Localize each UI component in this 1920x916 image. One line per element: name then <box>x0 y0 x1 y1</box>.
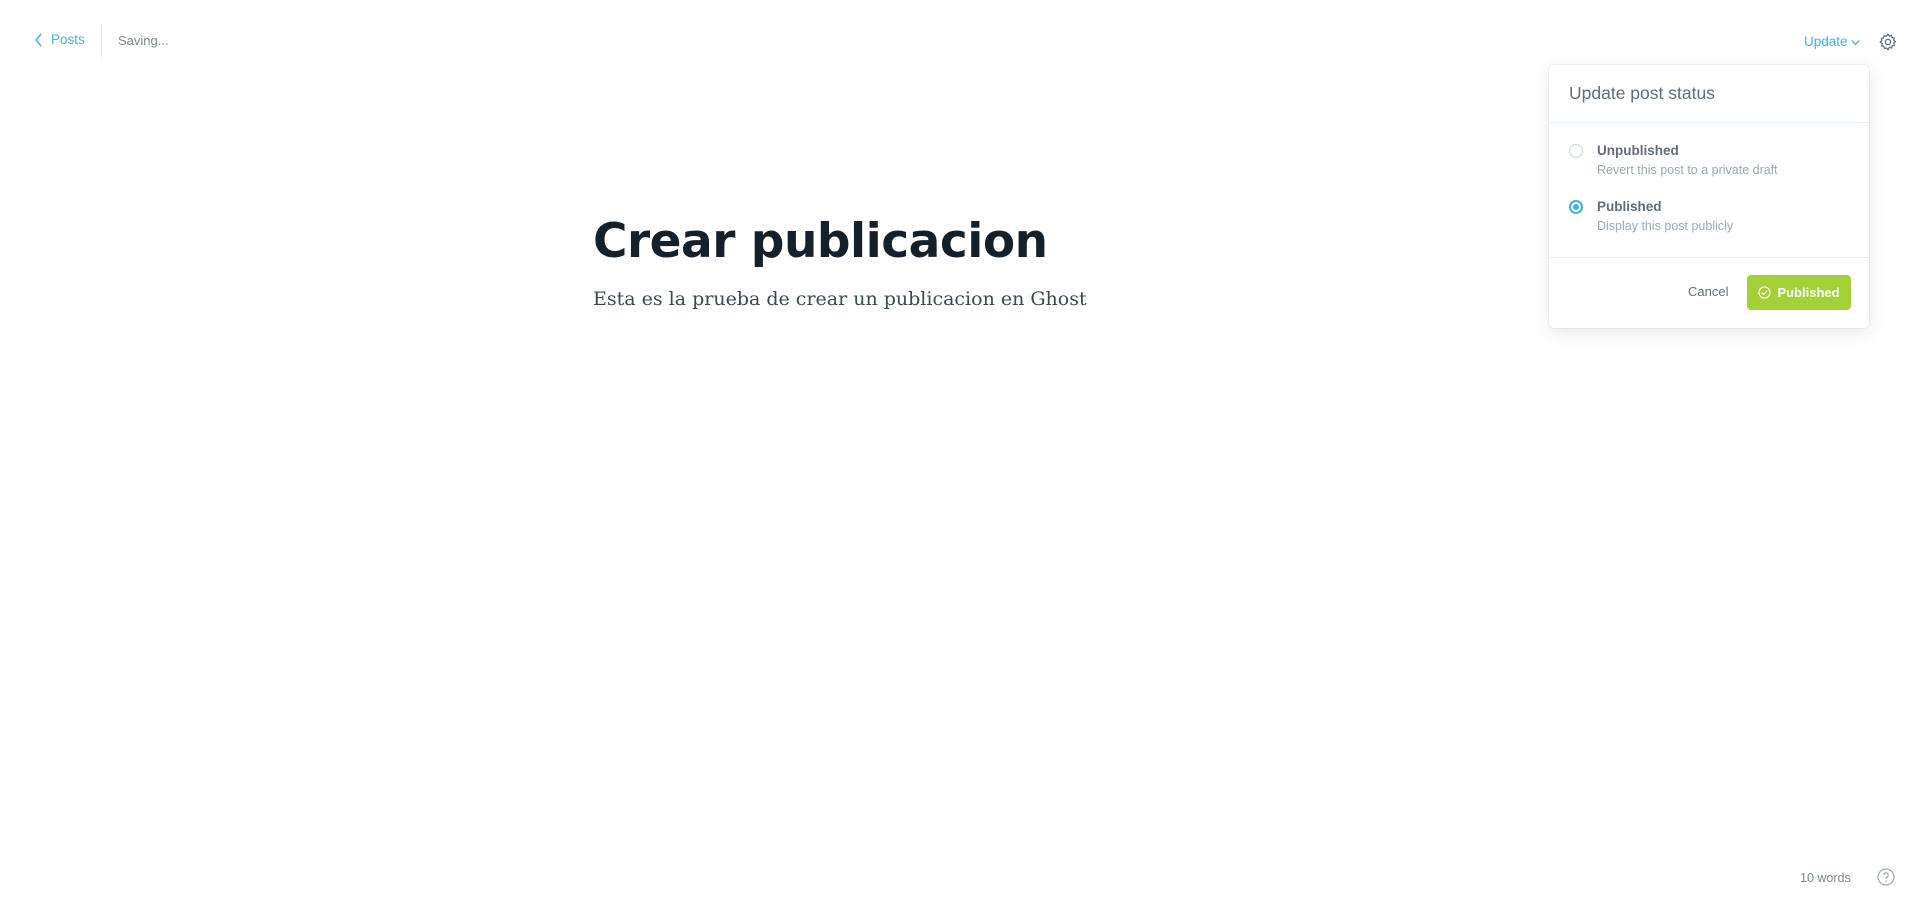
option-description: Revert this post to a private draft <box>1597 163 1778 177</box>
option-label: Published <box>1597 199 1662 214</box>
update-status-popover: Update post status Unpublished Revert th… <box>1549 65 1869 328</box>
post-title[interactable]: Crear publicacion <box>593 210 1413 274</box>
option-unpublished[interactable]: Unpublished Revert this post to a privat… <box>1569 142 1778 179</box>
option-published[interactable]: Published Display this post publicly <box>1569 198 1733 235</box>
chevron-left-icon <box>35 33 42 46</box>
header-divider <box>101 24 102 60</box>
radio-published[interactable] <box>1569 200 1583 214</box>
update-dropdown-button[interactable]: Update <box>1804 34 1860 49</box>
word-count: 10 words <box>1800 871 1851 885</box>
post-editor: Crear publicacion Esta es la prueba de c… <box>593 210 1413 314</box>
update-button-label: Update <box>1804 34 1848 49</box>
popover-title: Update post status <box>1549 65 1869 123</box>
popover-footer: Cancel Published <box>1549 257 1869 329</box>
option-label: Unpublished <box>1597 143 1679 158</box>
save-status: Saving... <box>118 33 169 48</box>
back-link-label: Posts <box>51 32 85 47</box>
help-icon[interactable] <box>1877 868 1895 886</box>
radio-unpublished[interactable] <box>1569 144 1583 158</box>
published-button[interactable]: Published <box>1747 275 1851 310</box>
post-body[interactable]: Esta es la prueba de crear un publicacio… <box>593 284 1413 314</box>
option-unpublished-text: Unpublished Revert this post to a privat… <box>1597 142 1778 179</box>
option-published-text: Published Display this post publicly <box>1597 198 1733 235</box>
option-description: Display this post publicly <box>1597 219 1734 233</box>
back-to-posts-link[interactable]: Posts <box>34 32 85 47</box>
check-circle-icon <box>1758 286 1772 299</box>
cancel-button[interactable]: Cancel <box>1688 284 1728 299</box>
chevron-down-icon <box>1851 40 1860 46</box>
published-button-label: Published <box>1777 285 1840 300</box>
gear-icon[interactable] <box>1878 32 1898 52</box>
